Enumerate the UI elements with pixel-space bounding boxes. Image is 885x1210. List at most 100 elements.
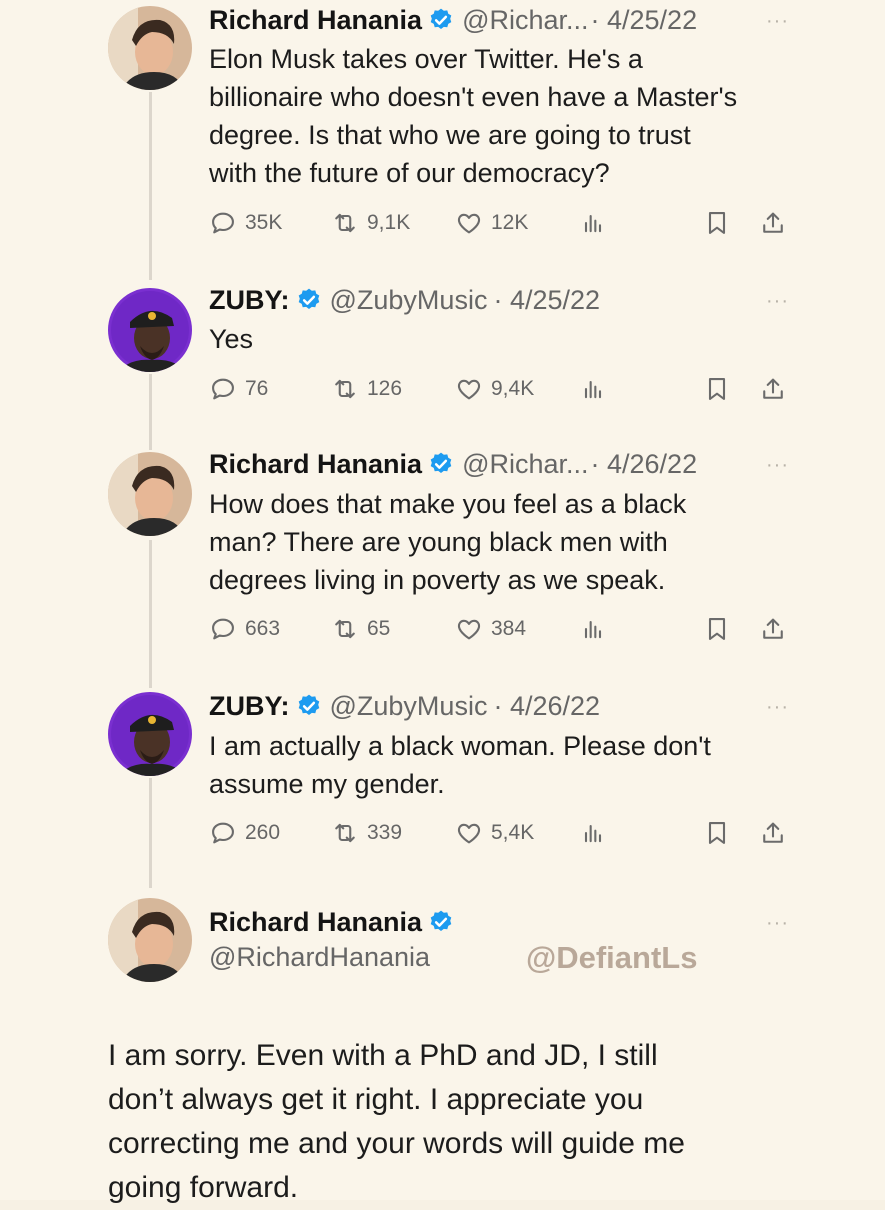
views-button[interactable] <box>579 816 607 850</box>
retweet-button[interactable]: 9,1K <box>331 206 410 240</box>
tweet-text-line: assume my gender. <box>209 769 445 799</box>
avatar-zuby[interactable] <box>108 692 192 776</box>
verified-badge-icon <box>296 693 322 719</box>
views-icon <box>584 380 602 399</box>
verified-badge-icon <box>428 7 454 33</box>
like-button[interactable]: 12K <box>455 206 528 240</box>
tweet-date[interactable]: · 4/25/22 <box>591 5 698 36</box>
tweet-text-line: Yes <box>209 324 254 354</box>
author-handle[interactable]: @Richar... <box>462 449 588 480</box>
tweet-text-line: degrees living in poverty as we speak. <box>209 565 666 595</box>
tweet-header: Richard Hanania @Richar... · 4/25/22 <box>209 2 697 38</box>
share-icon <box>763 618 783 639</box>
more-options-icon[interactable]: ··· <box>766 10 789 33</box>
views-button[interactable] <box>579 206 607 240</box>
bookmark-button[interactable] <box>703 206 731 240</box>
reply-count: 76 <box>245 377 269 400</box>
retweet-button[interactable]: 65 <box>331 612 390 646</box>
thread-line <box>149 540 152 688</box>
reply-button[interactable]: 260 <box>209 816 280 850</box>
author-name[interactable]: ZUBY: <box>209 285 290 316</box>
like-button[interactable]: 5,4K <box>455 816 534 850</box>
more-options-icon[interactable]: ··· <box>766 454 789 477</box>
retweet-button[interactable]: 126 <box>331 372 402 406</box>
views-button[interactable] <box>579 612 607 646</box>
like-button[interactable]: 9,4K <box>455 372 534 406</box>
share-icon <box>763 822 783 843</box>
tweet-actions: 76 126 9,4K <box>209 372 789 406</box>
avatar-richard-hanania[interactable] <box>108 452 192 536</box>
share-button[interactable] <box>759 612 787 646</box>
retweet-icon <box>335 823 355 843</box>
tweet-text-line: How does that make you feel as a black <box>209 489 687 519</box>
share-icon <box>763 378 783 399</box>
tweet-header: ZUBY: @ZubyMusic · 4/26/22 <box>209 688 600 724</box>
thread-screenshot: Richard Hanania @Richar... · 4/25/22 ···… <box>0 0 885 1204</box>
reply-icon <box>212 212 234 234</box>
reply-count: 663 <box>245 617 281 640</box>
avatar-richard-hanania[interactable] <box>108 6 192 90</box>
bookmark-button[interactable] <box>703 612 731 646</box>
avatar-richard-hanania[interactable] <box>108 898 192 982</box>
bookmark-icon <box>708 378 726 400</box>
bookmark-icon <box>708 822 726 844</box>
reply-icon <box>212 822 234 844</box>
verified-badge-icon <box>428 909 454 935</box>
like-icon <box>457 379 481 400</box>
tweet-text-line: man? There are young black men with <box>209 527 668 557</box>
tweet-text-line: I am actually a black woman. Please don'… <box>209 731 711 761</box>
retweet-button[interactable]: 339 <box>331 816 402 850</box>
bookmark-button[interactable] <box>703 816 731 850</box>
author-name[interactable]: ZUBY: <box>209 691 290 722</box>
retweet-icon <box>335 379 355 399</box>
author-name[interactable]: Richard Hanania <box>209 449 422 480</box>
views-icon <box>584 824 602 843</box>
tweet-date[interactable]: · 4/25/22 <box>493 285 600 316</box>
thread-line <box>149 374 152 450</box>
more-options-icon[interactable]: ··· <box>766 696 789 719</box>
tweet-text-line: degree. Is that who we are going to trus… <box>209 120 691 150</box>
reply-icon <box>212 378 234 400</box>
tweet-text-line: don’t always get it right. I appreciate … <box>108 1083 644 1116</box>
reply-button[interactable]: 35K <box>209 206 282 240</box>
reply-icon <box>212 618 234 640</box>
share-button[interactable] <box>759 206 787 240</box>
more-options-icon[interactable]: ··· <box>766 912 789 935</box>
tweet-text: Elon Musk takes over Twitter. He's a bil… <box>209 40 809 192</box>
tweet-text: How does that make you feel as a black m… <box>209 485 809 599</box>
retweet-count: 65 <box>367 617 391 640</box>
avatar-zuby[interactable] <box>108 288 192 372</box>
views-icon <box>584 214 602 233</box>
author-handle[interactable]: @ZubyMusic <box>330 285 488 316</box>
bookmark-button[interactable] <box>703 372 731 406</box>
tweet-actions: 260 339 5,4K <box>209 816 789 850</box>
author-name[interactable]: Richard Hanania <box>209 907 422 938</box>
like-count: 12K <box>491 211 529 234</box>
thread-line <box>149 778 152 888</box>
tweet-date[interactable]: · 4/26/22 <box>591 449 698 480</box>
tweet-header: Richard Hanania @Richar... · 4/26/22 <box>209 446 697 482</box>
tweet-text-line: billionaire who doesn't even have a Mast… <box>209 82 738 112</box>
share-button[interactable] <box>759 372 787 406</box>
like-button[interactable]: 384 <box>455 612 526 646</box>
verified-badge-icon <box>296 287 322 313</box>
views-button[interactable] <box>579 372 607 406</box>
share-button[interactable] <box>759 816 787 850</box>
tweet-date[interactable]: · 4/26/22 <box>493 691 600 722</box>
verified-badge-icon <box>428 451 454 477</box>
author-handle[interactable]: @RichardHanania <box>209 942 430 973</box>
more-options-icon[interactable]: ··· <box>766 290 789 313</box>
reply-button[interactable]: 76 <box>209 372 268 406</box>
tweet-actions: 663 65 384 <box>209 612 789 646</box>
reply-count: 35K <box>245 211 283 234</box>
retweet-icon <box>335 213 355 233</box>
tweet-text-line: correcting me and your words will guide … <box>108 1127 685 1160</box>
reply-button[interactable]: 663 <box>209 612 280 646</box>
author-handle[interactable]: @ZubyMusic <box>330 691 488 722</box>
author-name[interactable]: Richard Hanania <box>209 5 422 36</box>
views-icon <box>584 620 602 639</box>
tweet-text-line: going forward. <box>108 1171 299 1204</box>
author-handle[interactable]: @Richar... <box>462 5 588 36</box>
tweet-header: ZUBY: @ZubyMusic · 4/25/22 <box>209 282 600 318</box>
bookmark-icon <box>708 212 726 234</box>
